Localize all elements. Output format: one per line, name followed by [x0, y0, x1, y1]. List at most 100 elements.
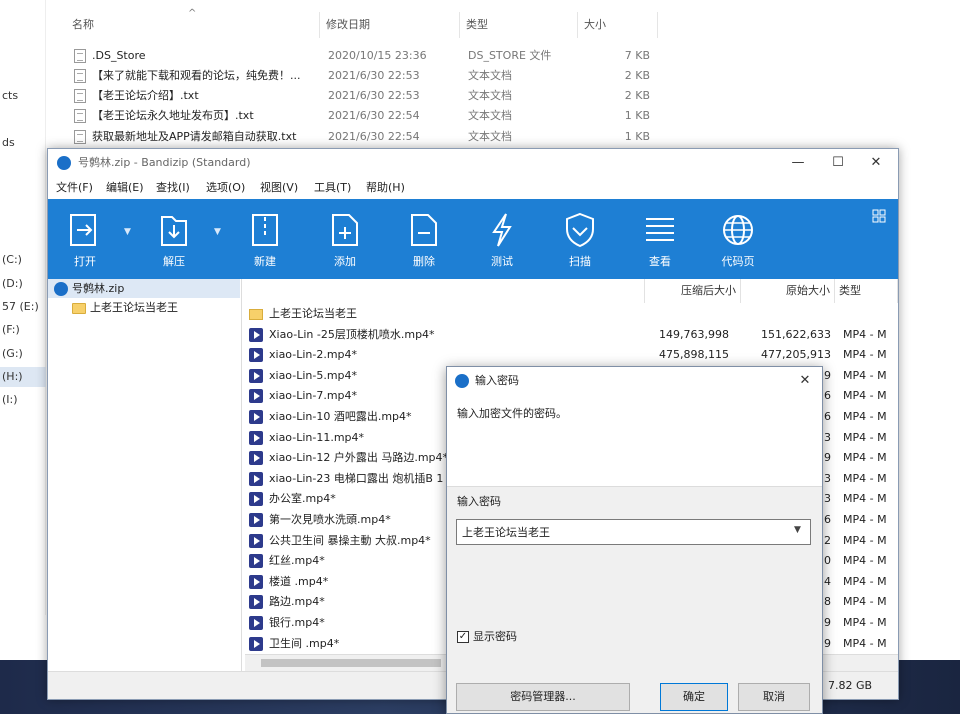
explorer-nav-pane: cts ds (C:) (D:) 57 (E:) (F:) (G:) (H:) … [0, 0, 46, 615]
open-dropdown-icon[interactable]: ▼ [124, 227, 131, 237]
dialog-close-icon[interactable]: ✕ [787, 367, 823, 395]
row-type: MP4 - M [843, 533, 887, 547]
open-button[interactable]: 打开 [55, 199, 115, 279]
dialog-title: 输入密码 [475, 374, 519, 387]
video-file-icon [249, 574, 263, 589]
new-archive-button[interactable]: 新建 [235, 199, 295, 279]
close-icon[interactable]: ✕ [856, 149, 896, 177]
row-name: 上老王论坛当老王 [269, 307, 357, 320]
column-header-date[interactable]: 修改日期 [320, 12, 460, 38]
row-type: MP4 - M [843, 492, 887, 506]
password-label: 输入密码 [457, 495, 501, 508]
password-manager-button[interactable]: 密码管理器... [456, 683, 630, 711]
nav-item-drive-h[interactable]: (H:) [0, 367, 46, 387]
menu-options[interactable]: 选项(O) [206, 177, 245, 199]
row-name: xiao-Lin-2.mp4* [269, 348, 358, 362]
extract-label: 解压 [163, 255, 185, 268]
column-header-type[interactable]: 类型 [835, 279, 898, 303]
scan-button[interactable]: 扫描 [550, 199, 610, 279]
table-row[interactable]: Xiao-Lin -25层顶楼机喷水.mp4* 149,763,998 151,62… [245, 325, 898, 346]
file-name: 【来了就能下载和观看的论坛，纯免费！... [92, 69, 301, 82]
cancel-button[interactable]: 取消 [738, 683, 810, 711]
folder-row[interactable]: 上老王论坛当老王 [245, 304, 898, 325]
video-file-icon [249, 471, 263, 486]
row-original-size: 477,205,913 [761, 348, 831, 362]
password-input[interactable] [456, 519, 811, 545]
scroll-thumb[interactable] [261, 659, 441, 667]
nav-item-drive-e[interactable]: 57 (E:) [0, 297, 46, 317]
extract-dropdown-icon[interactable]: ▼ [214, 227, 221, 237]
tree-item-folder[interactable]: 上老王论坛当老王 [48, 298, 240, 317]
show-password-checkbox[interactable]: ✓ [457, 631, 469, 643]
file-row[interactable]: 【老王论坛介绍】.txt 2021/6/30 22:53 文本文档 2 KB [66, 86, 666, 106]
add-button[interactable]: 添加 [315, 199, 375, 279]
delete-button[interactable]: 删除 [394, 199, 454, 279]
text-file-icon [74, 130, 86, 144]
nav-item-drive-g[interactable]: (G:) [0, 344, 46, 364]
open-label: 打开 [74, 255, 96, 268]
dialog-title-bar[interactable]: 输入密码 ✕ [447, 367, 822, 395]
video-file-icon [249, 616, 263, 630]
folder-icon [249, 309, 263, 320]
codepage-label: 代码页 [721, 255, 755, 268]
codepage-button[interactable]: 代码页 [708, 199, 768, 279]
menu-help[interactable]: 帮助(H) [366, 177, 405, 199]
tree-item-archive-root[interactable]: 号鹩林.zip [48, 279, 240, 298]
row-type: MP4 - M [843, 368, 887, 382]
menu-edit[interactable]: 编辑(E) [106, 177, 144, 199]
file-type: 文本文档 [468, 69, 512, 82]
column-header-original[interactable]: 原始大小 [741, 279, 835, 303]
nav-item[interactable]: cts [0, 86, 46, 106]
add-label: 添加 [334, 255, 356, 268]
chevron-down-icon[interactable]: ▼ [794, 525, 801, 535]
video-file-icon [249, 533, 263, 548]
menu-view[interactable]: 视图(V) [260, 177, 298, 199]
grid-layout-icon[interactable] [872, 209, 886, 223]
row-type: MP4 - M [843, 348, 887, 362]
menu-find[interactable]: 查找(I) [156, 177, 190, 199]
table-row[interactable]: xiao-Lin-2.mp4* 475,898,115 477,205,913 MP4… [245, 345, 898, 366]
nav-item-drive-i[interactable]: (I:) [0, 390, 46, 410]
maximize-icon[interactable]: ☐ [818, 149, 858, 177]
ok-button[interactable]: 确定 [660, 683, 728, 711]
delete-label: 删除 [413, 255, 435, 268]
minimize-icon[interactable]: — [778, 149, 818, 177]
file-type: 文本文档 [468, 130, 512, 143]
nav-item[interactable]: ds [0, 133, 46, 153]
view-button[interactable]: 查看 [630, 199, 690, 279]
file-row[interactable]: 【老王论坛永久地址发布页】.txt 2021/6/30 22:54 文本文档 1… [66, 106, 666, 126]
folder-icon [72, 302, 86, 314]
extract-button[interactable]: 解压 [144, 199, 204, 279]
column-header-name[interactable]: 名称 [66, 12, 320, 38]
scan-label: 扫描 [569, 255, 591, 268]
menu-file[interactable]: 文件(F) [56, 177, 93, 199]
add-file-icon [332, 214, 358, 246]
video-file-icon [249, 327, 263, 342]
nav-item-drive-c[interactable]: (C:) [0, 250, 46, 270]
column-header-type[interactable]: 类型 [460, 12, 578, 38]
zip-file-icon [252, 214, 278, 246]
video-file-icon [249, 348, 263, 363]
file-row[interactable]: 获取最新地址及APP请发邮箱自动获取.txt 2021/6/30 22:54 文… [66, 127, 666, 147]
test-button[interactable]: 测试 [472, 199, 532, 279]
bandizip-logo-icon [455, 374, 469, 388]
column-header-size[interactable]: 大小 [578, 12, 658, 38]
file-row[interactable]: .DS_Store 2020/10/15 23:36 DS_STORE 文件 7… [66, 46, 666, 66]
video-file-icon [249, 554, 263, 569]
menu-tools[interactable]: 工具(T) [314, 177, 351, 199]
show-password-row[interactable]: ✓ 显示密码 [457, 629, 517, 645]
file-type: 文本文档 [468, 89, 512, 102]
window-title: 号鹩林.zip - Bandizip (Standard) [78, 156, 251, 169]
column-header-compressed[interactable]: 压缩后大小 [645, 279, 741, 303]
file-size: 2 KB [624, 89, 650, 102]
video-file-icon [249, 513, 263, 527]
file-size: 2 KB [624, 69, 650, 82]
file-date: 2021/6/30 22:53 [328, 69, 420, 82]
title-bar[interactable]: 号鹩林.zip - Bandizip (Standard) — ☐ ✕ [48, 149, 898, 177]
column-header-name[interactable] [245, 279, 645, 303]
file-row[interactable]: 【来了就能下载和观看的论坛，纯免费！... 2021/6/30 22:53 文本… [66, 66, 666, 86]
open-icon [70, 214, 96, 246]
file-date: 2020/10/15 23:36 [328, 49, 427, 62]
nav-item-drive-f[interactable]: (F:) [0, 320, 46, 340]
nav-item-drive-d[interactable]: (D:) [0, 274, 46, 294]
